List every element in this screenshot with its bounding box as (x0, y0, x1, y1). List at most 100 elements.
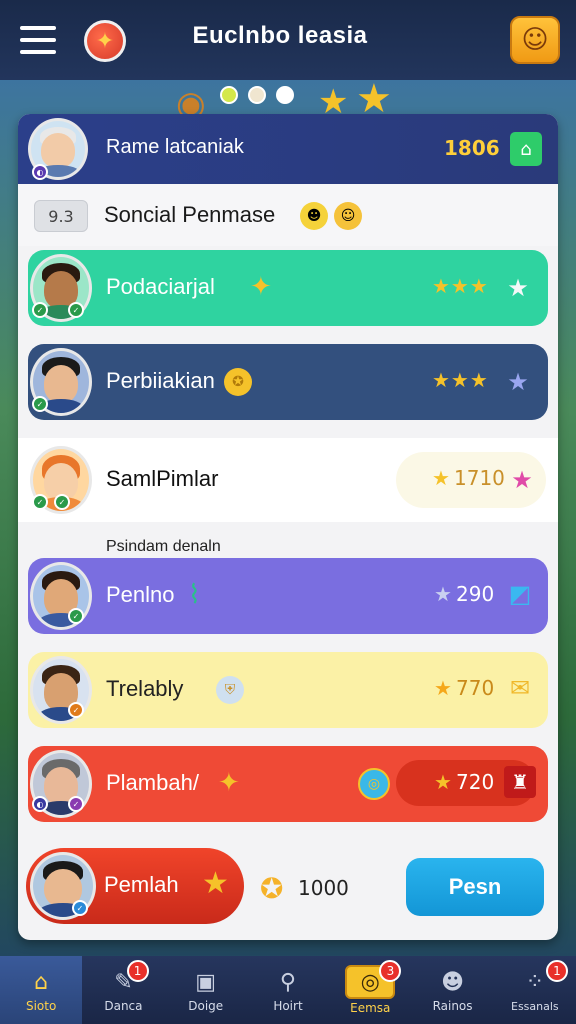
section-label: Psindam denaln (106, 538, 221, 555)
status-badge-icon: ✓ (68, 302, 84, 318)
notification-badge: 3 (379, 960, 402, 982)
nav-item-hoirt[interactable]: ⚲ Hoirt (247, 956, 329, 1024)
player-name: Trelably (106, 676, 184, 701)
carousel-dot[interactable] (220, 86, 238, 104)
leaderboard-title: Soncial Penmase (104, 202, 276, 227)
nav-label: Essanals (511, 999, 559, 1013)
play-button[interactable]: Pesn (406, 858, 544, 916)
app-logo-icon: ✦ (84, 20, 126, 62)
player-score: 720 (456, 770, 495, 794)
nav-label: Hoirt (273, 999, 303, 1013)
player-name: Podaciarjal (106, 274, 215, 299)
bonus-icon: ✦ (250, 272, 272, 302)
leaderboard-panel: ◐ Rame latcaniak 1806 ⌂ 9.3 Soncial Penm… (18, 114, 558, 940)
badge-glyph: ◩ (508, 580, 532, 608)
carousel-dot[interactable] (248, 86, 266, 104)
home-glyph: ⌂ (520, 138, 532, 160)
mail-glyph: ✉ (509, 674, 531, 702)
bottom-nav: ⌂ Sioto ✎ Danca 1 ▣ Doige ⚲ Hoirt ◎ Eems… (0, 956, 576, 1024)
star-icon: ★ (506, 464, 538, 496)
search-icon: ⚲ (279, 969, 297, 995)
castle-glyph: ♜ (511, 770, 529, 794)
logo-glyph: ✦ (95, 28, 115, 54)
board-icon: ▣ (195, 969, 217, 995)
profile-icon: ☺ (521, 25, 549, 55)
badge-icon: ◩ (504, 578, 536, 610)
nav-label: Eemsa (350, 1001, 391, 1015)
star-rating: ★★★ (432, 368, 489, 392)
nav-item-danca[interactable]: ✎ Danca 1 (82, 956, 164, 1024)
carousel-dots (220, 86, 294, 104)
coin-icon: ✪ (224, 368, 252, 396)
nav-item-home[interactable]: ⌂ Sioto (0, 956, 83, 1024)
status-badge-icon: ✓ (68, 608, 84, 624)
nav-item-doige[interactable]: ▣ Doige (165, 956, 247, 1024)
smiley-icon: ☺ (334, 202, 362, 230)
coin-icon: ✪ (260, 872, 284, 905)
list-item[interactable]: ✓ Trelably ⛨ ★ 770 ✉ (28, 652, 548, 728)
home-icon: ⌂ (34, 969, 49, 995)
star-glyph: ★ (507, 274, 529, 302)
star-icon: ★ (202, 866, 229, 901)
panel-header: ◐ Rame latcaniak 1806 ⌂ (18, 114, 558, 184)
list-item[interactable]: ✓ Penlno ⌇ ★ 290 ◩ (28, 558, 548, 634)
nav-label: Doige (188, 999, 224, 1013)
home-icon[interactable]: ⌂ (510, 132, 542, 166)
shield-icon: ⛨ (216, 676, 244, 704)
nav-label: Sioto (25, 999, 57, 1013)
nav-label: Danca (104, 999, 143, 1013)
player-name: Perbiiakian (106, 368, 215, 393)
refresh-icon[interactable]: ◎ (358, 768, 390, 800)
list-item[interactable]: ◐ ✓ Plambah/ ✦ ◎ ★ 720 ♜ (28, 746, 548, 822)
list-item[interactable]: ✓ Perbiiakian ✪ ★★★ ★ (28, 344, 548, 420)
status-badge-icon: ✓ (72, 900, 88, 916)
player-name: SamlPimlar (106, 466, 219, 491)
level-badge-icon: ◐ (32, 164, 48, 180)
top-bar: ✦ Euclnbo leasia ☺ (0, 0, 576, 80)
star-glyph: ★ (511, 466, 533, 494)
star-icon: ★ (432, 466, 450, 490)
status-badge-icon: ✓ (54, 494, 70, 510)
player-name: Rame latcaniak (106, 136, 244, 158)
player-score: 770 (456, 676, 495, 700)
star-glyph: ★ (507, 368, 529, 396)
nav-item-eemsa[interactable]: ◎ Eemsa 3 (329, 956, 411, 1024)
friends-icon: ☻ (441, 969, 465, 995)
coin-count: 1000 (298, 876, 349, 900)
rank-chip: 9.3 (34, 200, 88, 232)
nav-label: Rainos (432, 999, 473, 1013)
player-name: Penlno (106, 582, 175, 607)
player-score: 1806 (444, 136, 500, 160)
player-name: Pemlah (104, 872, 179, 897)
status-badge-icon: ✓ (32, 396, 48, 412)
star-rating: ★★★ (432, 274, 489, 298)
star-icon: ★ (502, 366, 534, 398)
status-badge-icon: ✓ (68, 796, 84, 812)
notification-badge: 1 (126, 960, 149, 982)
status-badge-icon: ✓ (32, 302, 48, 318)
nav-item-rainos[interactable]: ☻ Rainos (411, 956, 493, 1024)
status-badge-icon: ◐ (32, 796, 48, 812)
app-title: Euclnbo leasia (192, 22, 368, 49)
star-icon: ★ (434, 582, 452, 606)
star-icon: ★ (502, 272, 534, 304)
nav-item-essanals[interactable]: ⁘ Essanals 1 (494, 956, 576, 1024)
bonus-icon: ✦ (218, 768, 240, 798)
current-player-pill[interactable]: ✓ Pemlah ★ (26, 848, 244, 924)
menu-icon[interactable] (20, 26, 56, 54)
profile-button[interactable]: ☺ (510, 16, 560, 64)
player-score: 1710 (454, 466, 505, 490)
star-icon: ★ (434, 676, 452, 700)
list-item[interactable]: ✓ ✓ SamlPimlar ★ 1710 ★ (18, 438, 558, 522)
smiley-icon: ☻ (300, 202, 328, 230)
carousel-dot[interactable] (276, 86, 294, 104)
status-badge-icon: ✓ (68, 702, 84, 718)
notification-badge: 1 (545, 960, 568, 982)
player-name: Plambah/ (106, 770, 199, 795)
castle-icon: ♜ (504, 766, 536, 798)
status-badge-icon: ✓ (32, 494, 48, 510)
player-score: 290 (456, 582, 495, 606)
list-item[interactable]: ✓ ✓ Podaciarjal ✦ ★★★ ★ (28, 250, 548, 326)
mail-icon: ✉ (504, 672, 536, 704)
leaderboard-subheader: 9.3 Soncial Penmase ☻ ☺ (18, 184, 558, 246)
